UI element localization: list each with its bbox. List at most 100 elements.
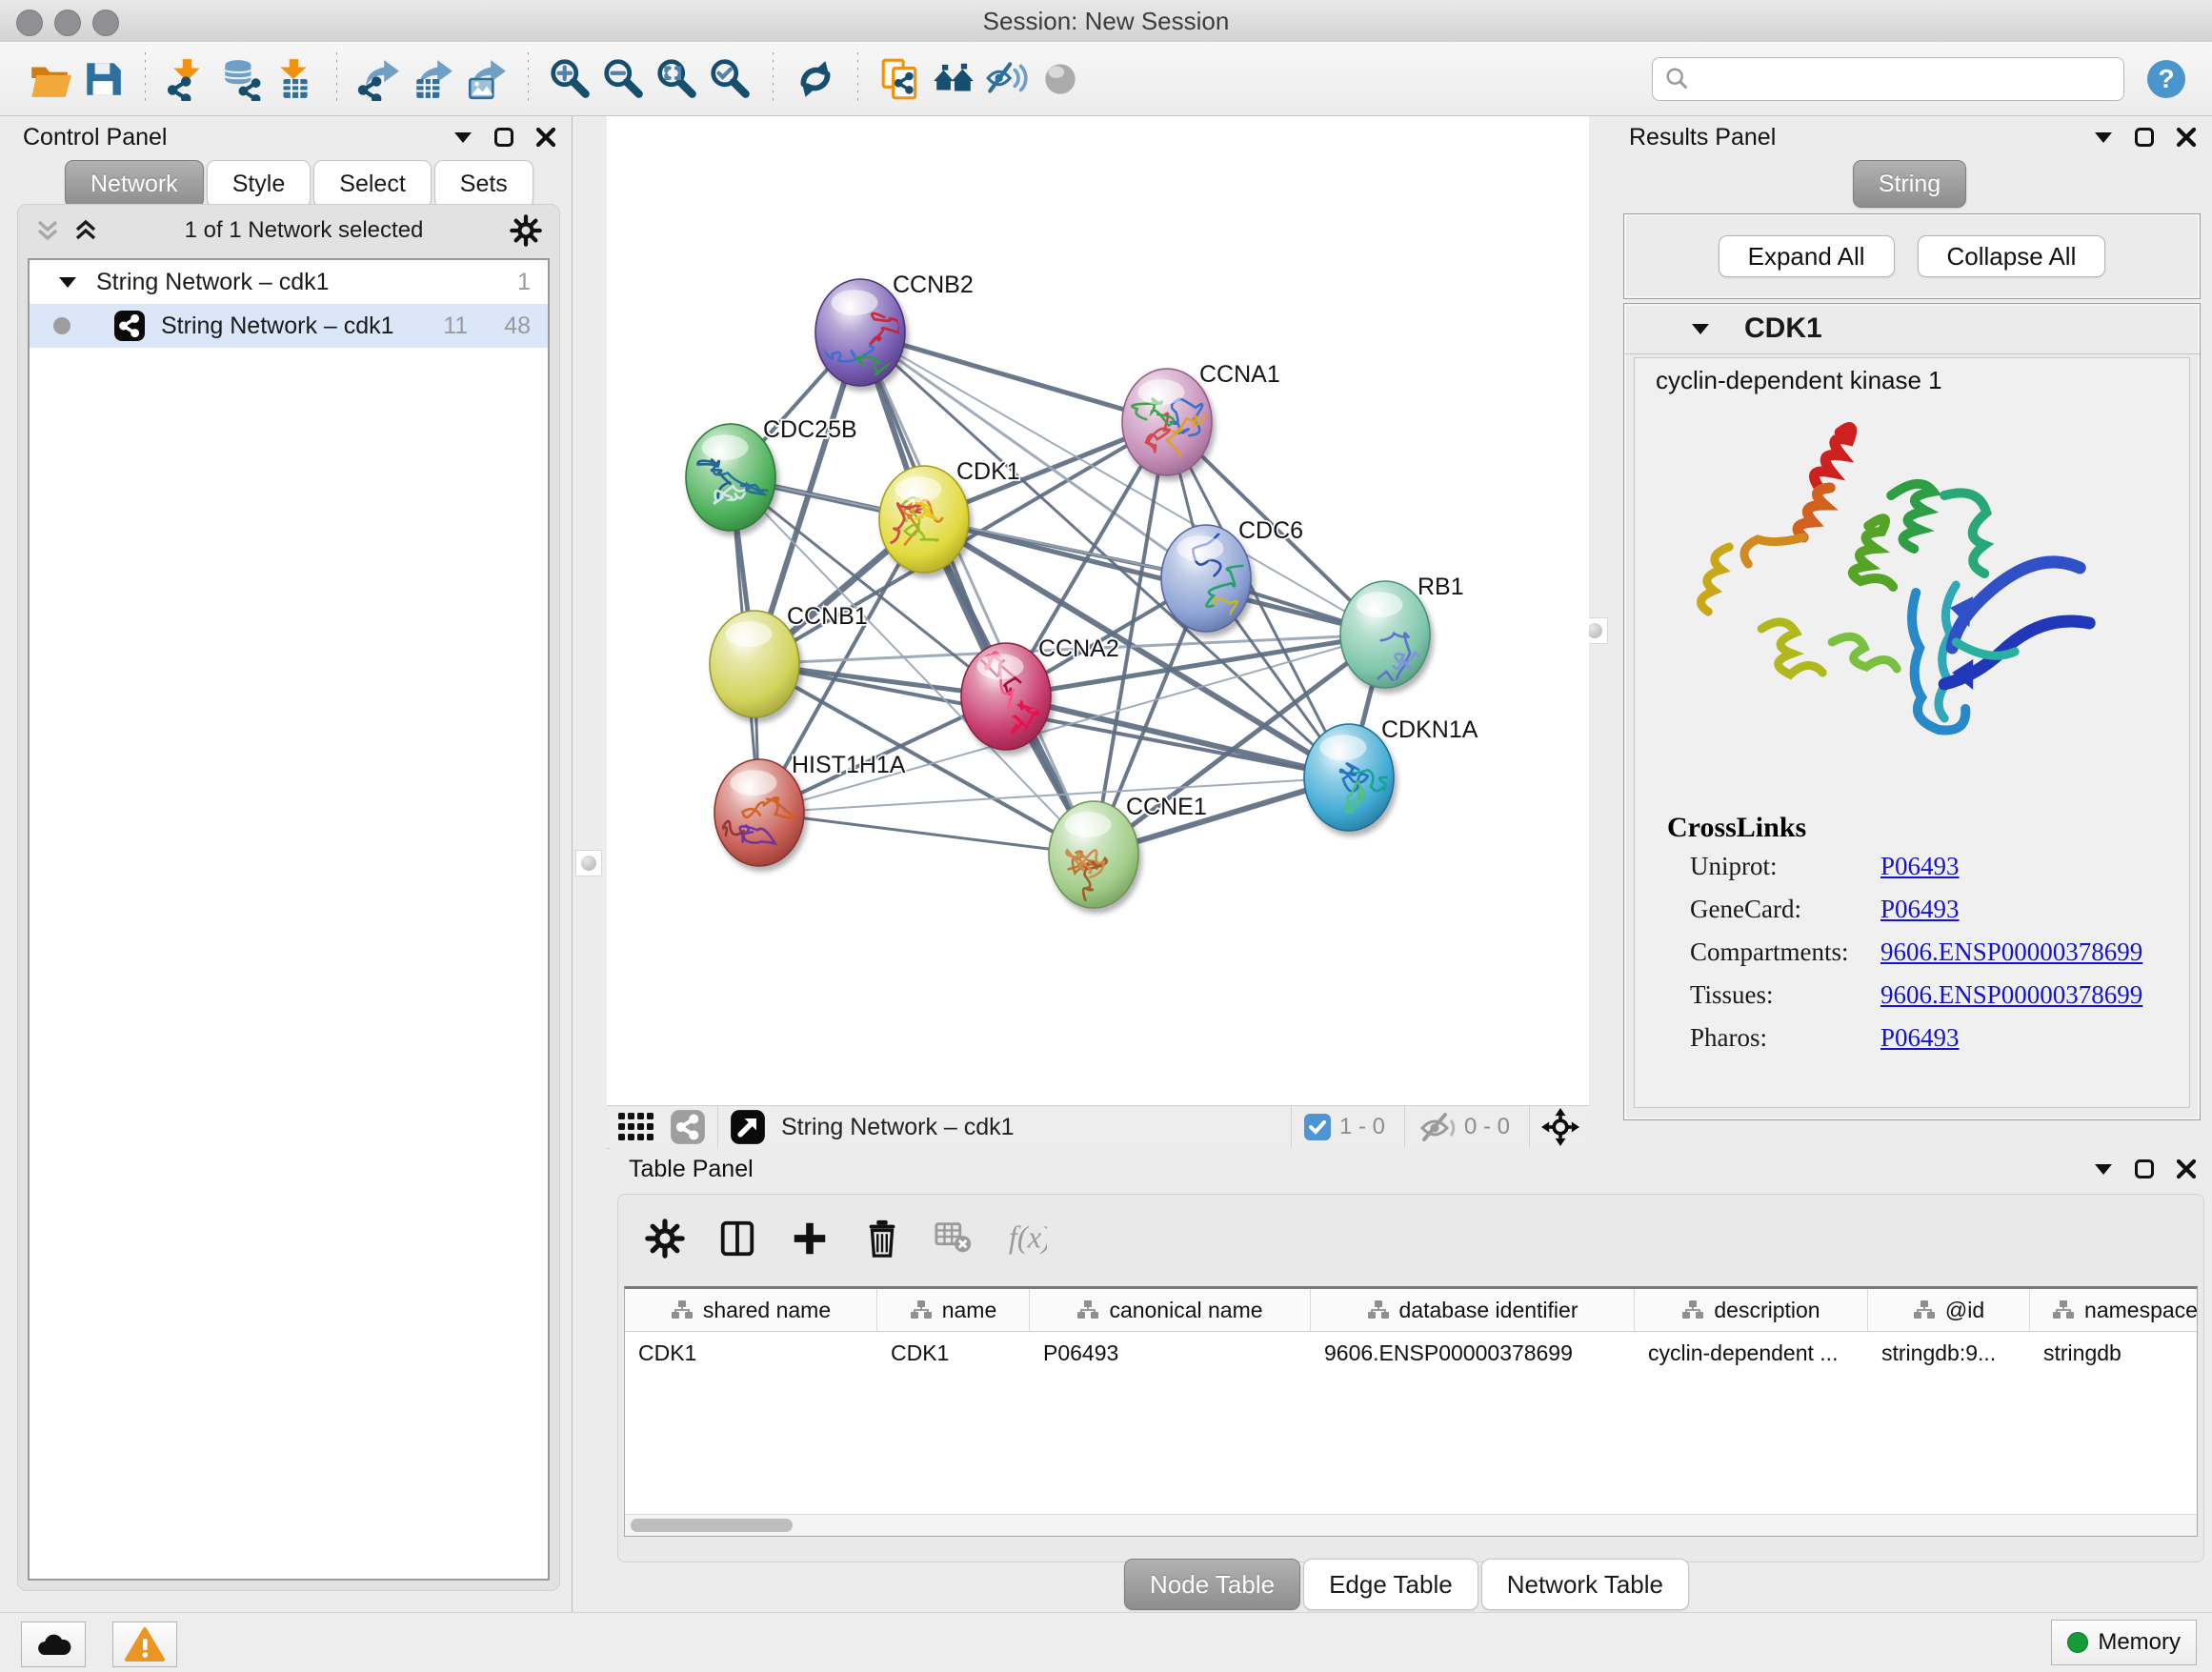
import-network-button[interactable] bbox=[161, 50, 214, 108]
network-node-CDK1[interactable] bbox=[879, 466, 969, 573]
tab-select[interactable]: Select bbox=[313, 160, 431, 208]
panel-float-icon[interactable] bbox=[2134, 1158, 2155, 1179]
export-image-icon bbox=[464, 57, 508, 101]
hidden-eye-icon[interactable] bbox=[1417, 1111, 1457, 1143]
crosslink-link[interactable]: P06493 bbox=[1880, 1023, 1960, 1052]
horizontal-scrollbar[interactable] bbox=[625, 1514, 2197, 1536]
search-input[interactable] bbox=[1691, 59, 2112, 99]
zoom-in-button[interactable] bbox=[544, 50, 597, 108]
network-node-CCNA2[interactable] bbox=[961, 643, 1051, 750]
network-collection-row[interactable]: String Network – cdk1 1 bbox=[30, 260, 548, 304]
gene-collapse-icon[interactable] bbox=[1691, 322, 1710, 335]
export-network-button[interactable] bbox=[352, 50, 406, 108]
column-header--id[interactable]: @id bbox=[1868, 1289, 2030, 1331]
column-header-canonical-name[interactable]: canonical name bbox=[1030, 1289, 1311, 1331]
panel-collapse-icon[interactable] bbox=[453, 131, 473, 144]
tab-sets[interactable]: Sets bbox=[434, 160, 533, 208]
fit-content-icon[interactable] bbox=[1541, 1108, 1579, 1146]
cloud-icon[interactable] bbox=[21, 1622, 86, 1667]
string-document-button[interactable] bbox=[874, 50, 927, 108]
network-edge-CDK1-RB1[interactable] bbox=[924, 519, 1385, 635]
tab-style[interactable]: Style bbox=[207, 160, 312, 208]
network-row[interactable]: String Network – cdk1 11 48 bbox=[30, 304, 548, 348]
collapse-all-icon[interactable] bbox=[35, 218, 60, 243]
trash-button[interactable] bbox=[862, 1219, 902, 1259]
string-sphere-button[interactable] bbox=[1034, 50, 1087, 108]
network-edge-CCNA2-CDKN1A[interactable] bbox=[1006, 696, 1349, 777]
network-node-HIST1H1A[interactable] bbox=[714, 759, 804, 866]
table-cell[interactable]: CDK1 bbox=[877, 1332, 1030, 1374]
table-cell[interactable]: CDK1 bbox=[625, 1332, 877, 1374]
network-edge-CCNE1-HIST1H1A[interactable] bbox=[759, 813, 1094, 855]
plus-button[interactable] bbox=[790, 1219, 830, 1259]
panel-close-icon[interactable] bbox=[2176, 127, 2197, 148]
column-header-name[interactable]: name bbox=[877, 1289, 1030, 1331]
warning-icon[interactable] bbox=[112, 1622, 177, 1667]
tree-expand-icon[interactable] bbox=[58, 275, 77, 289]
gear-button[interactable] bbox=[645, 1219, 685, 1259]
left-splitter-handle[interactable] bbox=[575, 850, 602, 876]
tab-network[interactable]: Network bbox=[65, 160, 204, 208]
tab-network-table[interactable]: Network Table bbox=[1481, 1559, 1689, 1610]
network-node-CCNB1[interactable] bbox=[710, 611, 799, 717]
options-gear-icon[interactable] bbox=[510, 214, 542, 247]
refresh-button[interactable] bbox=[789, 50, 842, 108]
zoom-selected-button[interactable] bbox=[704, 50, 757, 108]
toolbar-separator bbox=[528, 52, 529, 106]
panel-close-icon[interactable] bbox=[2176, 1158, 2197, 1179]
table-cell[interactable]: cyclin-dependent ... bbox=[1635, 1332, 1868, 1374]
network-node-CCNE1[interactable] bbox=[1049, 801, 1138, 908]
panel-float-icon[interactable] bbox=[2134, 127, 2155, 148]
open-folder-button[interactable] bbox=[23, 50, 76, 108]
zoom-fit-button[interactable] bbox=[651, 50, 704, 108]
column-header-namespace[interactable]: namespace bbox=[2030, 1289, 2198, 1331]
table-cell[interactable]: P06493 bbox=[1030, 1332, 1311, 1374]
network-canvas[interactable]: CCNB2CCNA1CDC25BCDK1CDC6RB1CCNB1CCNA2CDK… bbox=[607, 116, 1589, 1105]
scrollbar-thumb[interactable] bbox=[631, 1519, 793, 1532]
save-button[interactable] bbox=[76, 50, 130, 108]
network-edge-CCNB2-CCNA1[interactable] bbox=[860, 332, 1167, 422]
panel-float-icon[interactable] bbox=[493, 127, 514, 148]
collapse-all-button[interactable]: Collapse All bbox=[1918, 235, 2106, 277]
crosslinks-title: CrossLinks bbox=[1667, 812, 1806, 844]
tab-string[interactable]: String bbox=[1853, 160, 1966, 208]
crosslink-link[interactable]: P06493 bbox=[1880, 852, 1960, 880]
columns-button[interactable] bbox=[717, 1219, 757, 1259]
zoom-out-button[interactable] bbox=[597, 50, 651, 108]
expand-all-icon[interactable] bbox=[73, 218, 98, 243]
birds-eye-view-icon[interactable] bbox=[730, 1109, 766, 1145]
memory-button[interactable]: Memory bbox=[2051, 1620, 2197, 1665]
tab-edge-table[interactable]: Edge Table bbox=[1303, 1559, 1478, 1610]
export-image-button[interactable] bbox=[459, 50, 513, 108]
table-cell[interactable]: 9606.ENSP00000378699 bbox=[1311, 1332, 1635, 1374]
crosslink-link[interactable]: 9606.ENSP00000378699 bbox=[1880, 980, 2142, 1009]
string-home-button[interactable] bbox=[927, 50, 980, 108]
search-field[interactable] bbox=[1652, 57, 2124, 101]
table-delete-button[interactable] bbox=[935, 1219, 975, 1259]
column-header-description[interactable]: description bbox=[1635, 1289, 1868, 1331]
panel-close-icon[interactable] bbox=[535, 127, 556, 148]
column-header-database-identifier[interactable]: database identifier bbox=[1311, 1289, 1635, 1331]
node-label-CCNB2: CCNB2 bbox=[893, 272, 974, 298]
column-header-shared-name[interactable]: shared name bbox=[625, 1289, 877, 1331]
share-network-icon[interactable] bbox=[670, 1109, 706, 1145]
crosslink-link[interactable]: P06493 bbox=[1880, 895, 1960, 923]
panel-collapse-icon[interactable] bbox=[2094, 131, 2113, 144]
expand-all-button[interactable]: Expand All bbox=[1719, 235, 1895, 277]
edge-count: 48 bbox=[504, 312, 531, 340]
grid-view-icon[interactable] bbox=[616, 1110, 656, 1144]
import-table-button[interactable] bbox=[268, 50, 321, 108]
export-table-button[interactable] bbox=[406, 50, 459, 108]
crosslink-link[interactable]: 9606.ENSP00000378699 bbox=[1880, 937, 2142, 966]
tab-node-table[interactable]: Node Table bbox=[1124, 1559, 1300, 1610]
table-row[interactable]: CDK1CDK1P064939606.ENSP00000378699cyclin… bbox=[625, 1332, 2197, 1374]
fx-button[interactable]: f(x) bbox=[1007, 1219, 1047, 1259]
panel-collapse-icon[interactable] bbox=[2094, 1162, 2113, 1176]
selected-checkbox-icon[interactable] bbox=[1303, 1113, 1332, 1141]
network-node-CCNA1[interactable] bbox=[1122, 369, 1212, 475]
table-cell[interactable]: stringdb:9... bbox=[1868, 1332, 2030, 1374]
help-icon[interactable]: ? bbox=[2145, 58, 2187, 100]
import-database-button[interactable] bbox=[214, 50, 268, 108]
string-hide-button[interactable] bbox=[980, 50, 1034, 108]
table-cell[interactable]: stringdb bbox=[2030, 1332, 2198, 1374]
